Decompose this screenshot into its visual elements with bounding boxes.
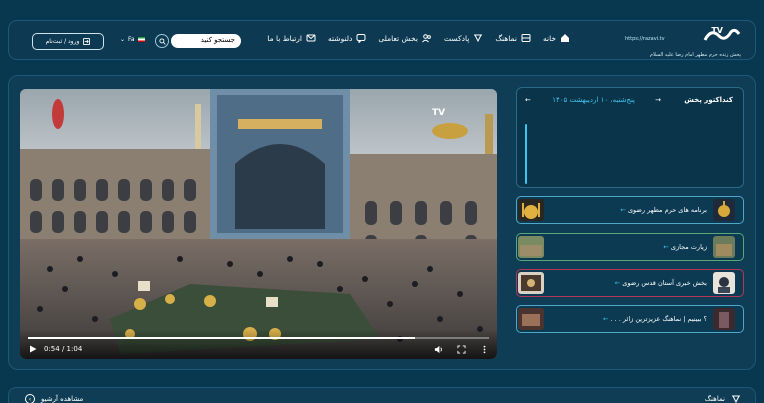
list-item[interactable]: زیارت مجازی ← [516, 233, 744, 261]
program-title: برنامه های حرم مطهر رضوی ← [620, 206, 707, 214]
home-icon [561, 34, 569, 42]
main-panel: TV 0:54 / 1:04 کنداکتور پخش → پنج‌شنبه، … [8, 75, 756, 370]
chevron-left-icon: ‹ [25, 394, 35, 403]
nav-label: پادکست [443, 33, 470, 43]
logo-tagline: پخش زنده حرم مطهر امام رضا علیه السلام [649, 52, 741, 58]
iran-flag-icon [137, 37, 145, 42]
current-time: 0:54 [44, 345, 60, 353]
search-button[interactable] [155, 34, 169, 48]
nav-label: خانه [542, 33, 556, 43]
view-archive-link[interactable]: ‹ مشاهده آرشیو [25, 394, 83, 403]
schedule-title: کنداکتور پخش [684, 96, 733, 104]
login-icon [83, 38, 91, 45]
broadcast-schedule: کنداکتور پخش → پنج‌شنبه، ۱۰ اردیبهشت ۱۴۰… [516, 87, 744, 188]
razavi-tv-logo-icon: TV [703, 26, 741, 41]
nav-label: ارتباط با ما [267, 33, 303, 43]
list-item[interactable]: برنامه های حرم مطهر رضوی ← [516, 196, 744, 224]
list-item[interactable]: ؟ ببینیم | نماهنگ عزیزترین زائر . . . ← [516, 305, 744, 333]
program-thumbnail [713, 236, 735, 258]
search-icon [158, 37, 166, 45]
film-icon [732, 395, 740, 403]
chat-icon [356, 34, 366, 43]
nav-item-music-video[interactable]: نماهنگ [495, 33, 531, 43]
time-display: 0:54 / 1:04 [44, 345, 83, 353]
search-input[interactable]: جستجو کنید [171, 34, 241, 48]
program-thumbnail [713, 272, 735, 294]
program-title: زیارت مجازی ← [663, 243, 707, 251]
progress-fill [28, 337, 416, 339]
fullscreen-icon[interactable] [457, 345, 466, 354]
program-thumbnail [518, 308, 544, 330]
top-navigation-bar: TV https://razavi.tv پخش زنده حرم مطهر ا… [8, 20, 756, 60]
nav-label: نماهنگ [495, 33, 517, 43]
users-icon [422, 34, 431, 43]
program-title: ؟ ببینیم | نماهنگ عزیزترین زائر . . . ← [603, 315, 707, 323]
nav-item-podcast[interactable]: پادکست [444, 33, 483, 43]
nav-item-home[interactable]: خانه [543, 33, 570, 43]
logo-url: https://razavi.tv [625, 36, 665, 42]
nav-item-notes[interactable]: دلنوشته [328, 33, 366, 43]
play-icon[interactable] [29, 345, 37, 353]
player-controls: 0:54 / 1:04 [20, 329, 497, 359]
main-nav: خانه نماهنگ پادکست بخش تعاملی دلنوشته ار… [267, 33, 570, 43]
login-button[interactable]: ورود / ثبت‌نام [32, 33, 104, 50]
site-logo[interactable]: TV https://razavi.tv پخش زنده حرم مطهر ا… [623, 24, 741, 58]
chevron-down-icon: ⌄ [120, 36, 126, 43]
video-player[interactable]: TV 0:54 / 1:04 [20, 89, 497, 359]
list-item[interactable]: بخش خبری آستان قدس رضوی ← [516, 269, 744, 297]
archive-section-header: ‹ مشاهده آرشیو نماهنگ [8, 387, 756, 403]
view-archive-label: مشاهده آرشیو [41, 395, 84, 403]
nav-item-contact[interactable]: ارتباط با ما [267, 33, 316, 43]
progress-bar[interactable] [28, 337, 489, 339]
schedule-date: پنج‌شنبه، ۱۰ اردیبهشت ۱۴۰۵ [552, 96, 635, 104]
svg-text:TV: TV [711, 26, 723, 35]
nav-label: دلنوشته [328, 33, 353, 43]
program-thumbnail [713, 308, 735, 330]
nav-label: بخش تعاملی [378, 33, 418, 43]
podcast-icon [474, 34, 483, 43]
schedule-next-button[interactable]: → [655, 96, 661, 104]
login-label: ورود / ثبت‌نام [45, 38, 80, 45]
language-label: Fa [128, 36, 135, 43]
program-thumbnail [518, 236, 544, 258]
program-thumbnail [518, 199, 544, 221]
more-options-icon[interactable] [480, 345, 489, 354]
tv-watermark: TV [432, 108, 445, 118]
mail-icon [306, 34, 316, 42]
program-thumbnail [518, 272, 544, 294]
program-thumbnail [713, 199, 735, 221]
schedule-prev-button[interactable]: ← [525, 96, 531, 104]
film-icon [521, 34, 531, 42]
section-title-label: نماهنگ [704, 395, 725, 403]
duration: 1:04 [66, 345, 83, 353]
schedule-scrollbar[interactable] [525, 124, 527, 184]
section-title: نماهنگ [705, 394, 741, 403]
volume-icon[interactable] [434, 345, 443, 354]
program-title: بخش خبری آستان قدس رضوی ← [614, 279, 707, 287]
nav-item-interactive[interactable]: بخش تعاملی [378, 33, 432, 43]
live-stream-frame: TV [20, 89, 497, 359]
language-selector[interactable]: ⌄ Fa [120, 36, 145, 43]
